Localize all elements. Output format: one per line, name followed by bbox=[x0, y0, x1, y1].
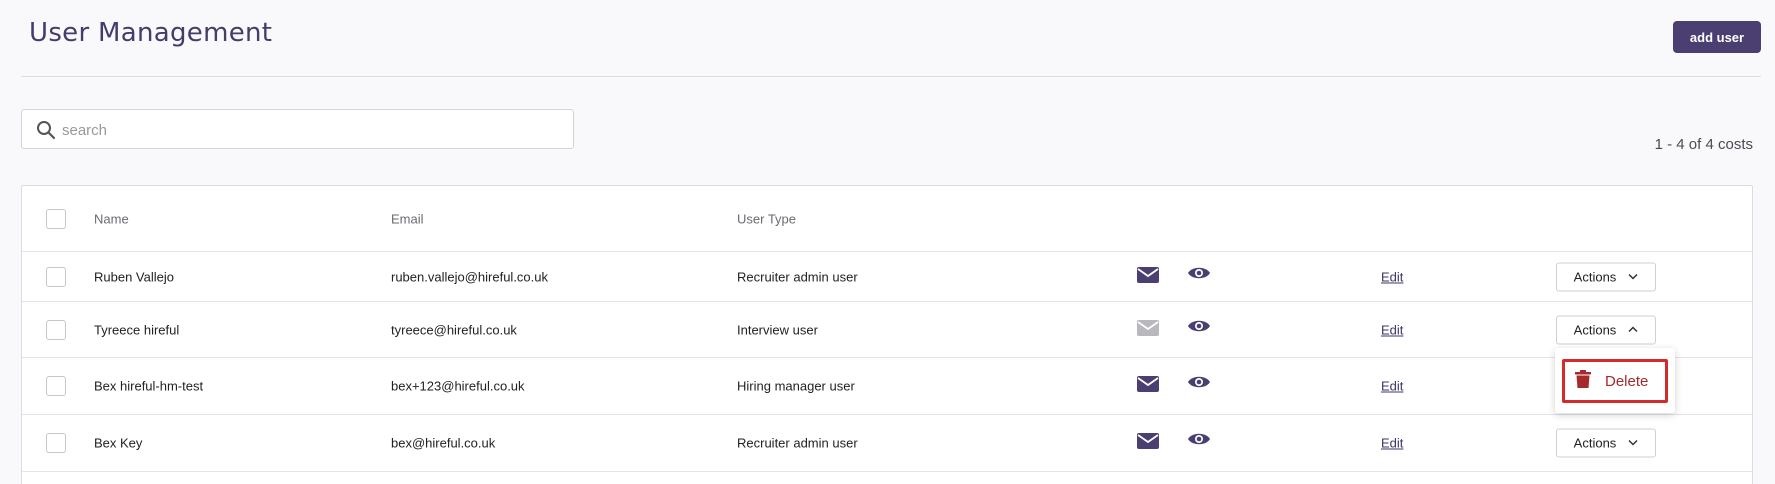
edit-link[interactable]: Edit bbox=[1381, 379, 1403, 394]
view-icon[interactable] bbox=[1187, 265, 1211, 289]
header-divider bbox=[21, 76, 1761, 77]
view-icon[interactable] bbox=[1187, 431, 1211, 455]
select-all-checkbox[interactable] bbox=[46, 208, 66, 229]
actions-dropdown-menu: Delete bbox=[1555, 348, 1675, 413]
table-row: Tyreece hireful tyreece@hireful.co.uk In… bbox=[22, 302, 1752, 358]
user-name: Ruben Vallejo bbox=[94, 269, 174, 284]
result-count: 1 - 4 of 4 costs bbox=[1654, 136, 1753, 153]
add-user-button[interactable]: add user bbox=[1673, 21, 1761, 53]
edit-link[interactable]: Edit bbox=[1381, 322, 1403, 337]
user-type: Recruiter admin user bbox=[737, 269, 858, 284]
table-row: Ruben Vallejo ruben.vallejo@hireful.co.u… bbox=[22, 252, 1752, 302]
chevron-down-icon bbox=[1628, 436, 1638, 451]
row-checkbox[interactable] bbox=[46, 319, 66, 340]
user-email: ruben.vallejo@hireful.co.uk bbox=[391, 269, 549, 284]
mail-icon bbox=[1136, 318, 1160, 342]
actions-wrapper: Actions bbox=[1556, 428, 1656, 458]
row-checkbox[interactable] bbox=[46, 266, 66, 287]
view-icon[interactable] bbox=[1187, 318, 1211, 342]
actions-wrapper: Actions bbox=[1556, 315, 1656, 344]
mail-icon[interactable] bbox=[1136, 431, 1160, 455]
column-header-name[interactable]: Name bbox=[94, 211, 129, 226]
actions-label: Actions bbox=[1573, 435, 1617, 451]
user-name: Bex hireful-hm-test bbox=[94, 378, 204, 394]
user-type: Hiring manager user bbox=[737, 378, 855, 394]
user-email: bex+123@hireful.co.uk bbox=[391, 378, 525, 394]
delete-menu-item[interactable]: Delete bbox=[1562, 359, 1668, 403]
actions-button[interactable]: Actions bbox=[1556, 262, 1656, 291]
view-icon[interactable] bbox=[1187, 374, 1211, 398]
actions-wrapper: Actions bbox=[1556, 262, 1656, 291]
row-checkbox[interactable] bbox=[46, 376, 66, 396]
search-icon bbox=[36, 120, 56, 140]
actions-label: Actions bbox=[1573, 269, 1617, 284]
table-row: Bex Key bex@hireful.co.uk Recruiter admi… bbox=[22, 415, 1752, 472]
user-type: Interview user bbox=[737, 322, 818, 337]
edit-link[interactable]: Edit bbox=[1381, 436, 1403, 451]
actions-button[interactable]: Actions bbox=[1556, 428, 1656, 458]
user-email: bex@hireful.co.uk bbox=[391, 435, 496, 451]
chevron-down-icon bbox=[1628, 269, 1638, 284]
actions-label: Actions bbox=[1573, 322, 1617, 337]
user-type: Recruiter admin user bbox=[737, 435, 858, 451]
users-table: Name Email User Type Ruben Vallejo ruben… bbox=[21, 185, 1753, 484]
table-header-row: Name Email User Type bbox=[22, 186, 1752, 252]
trash-icon bbox=[1575, 370, 1591, 392]
user-name: Tyreece hireful bbox=[94, 322, 180, 337]
mail-icon[interactable] bbox=[1136, 265, 1160, 289]
table-row: Bex hireful-hm-test bex+123@hireful.co.u… bbox=[22, 358, 1752, 415]
delete-label: Delete bbox=[1605, 372, 1649, 390]
mail-icon[interactable] bbox=[1136, 374, 1160, 398]
column-header-user-type[interactable]: User Type bbox=[737, 211, 796, 226]
user-name: Bex Key bbox=[94, 435, 143, 451]
actions-button[interactable]: Actions bbox=[1556, 315, 1656, 344]
chevron-up-icon bbox=[1628, 322, 1638, 337]
search-box[interactable] bbox=[21, 109, 574, 149]
row-checkbox[interactable] bbox=[46, 433, 66, 453]
column-header-email[interactable]: Email bbox=[391, 211, 424, 226]
edit-link[interactable]: Edit bbox=[1381, 269, 1403, 284]
user-email: tyreece@hireful.co.uk bbox=[391, 322, 517, 337]
search-input[interactable] bbox=[62, 118, 562, 142]
page-title: User Management bbox=[29, 18, 273, 48]
